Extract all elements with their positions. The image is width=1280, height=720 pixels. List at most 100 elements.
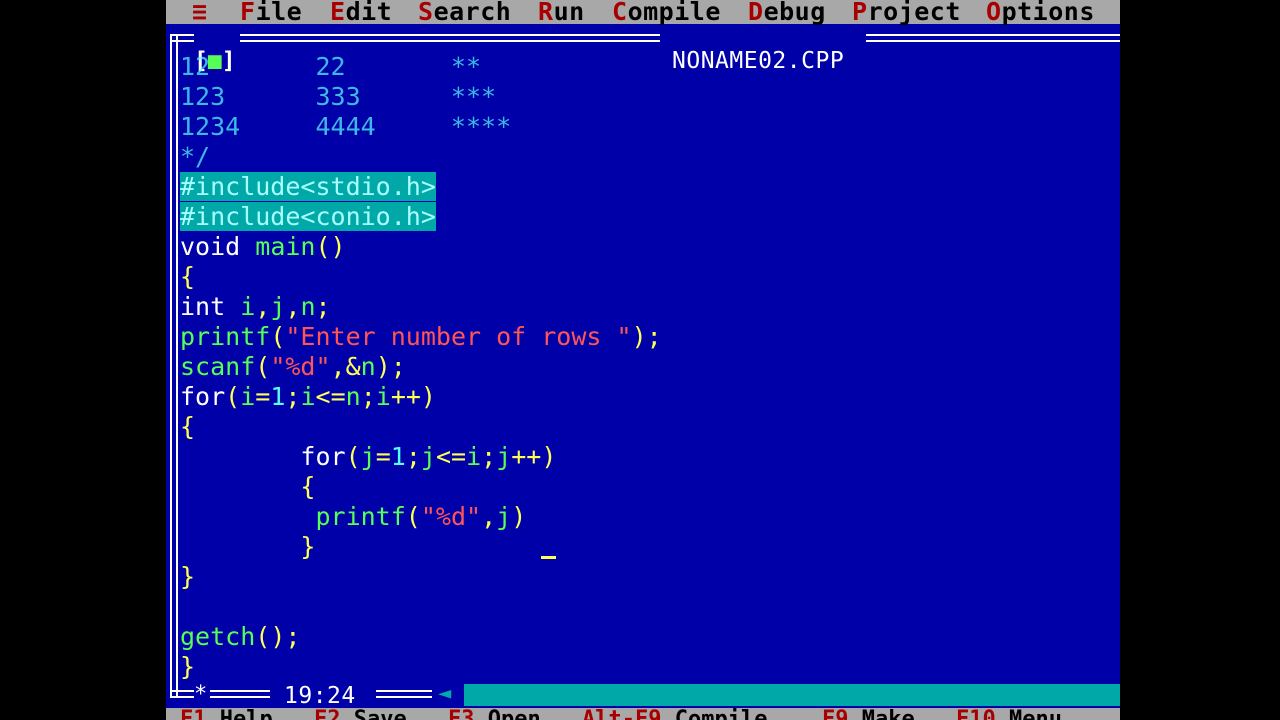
cursor-position: 19:24 [284,683,356,709]
code-token: int [180,292,226,321]
code-token: i [240,292,256,321]
code-token: ; [481,442,497,471]
horizontal-scrollbar[interactable]: ◄ [434,681,1120,706]
code-token: ; [360,382,376,411]
text-cursor [541,556,557,559]
code-line[interactable]: 12 22 ** [180,52,481,82]
code-line[interactable]: int i,j,n; [180,292,331,322]
code-token: ( [345,442,361,471]
code-token: ++) [511,442,557,471]
code-token: ); [631,322,662,351]
ide-screen: ≡ File Edit Search Run Compile Debug Pro… [166,0,1120,720]
code-token: 1234 4444 **** [180,112,512,141]
code-token: for [300,442,346,471]
code-token: i [240,382,256,411]
code-token: main [255,232,316,261]
fkey-save[interactable]: F2 Save [314,708,407,720]
code-token: n [300,292,316,321]
menu-run[interactable]: Run [538,0,585,26]
code-line[interactable]: } [180,532,315,562]
code-token: j [496,502,512,531]
frame-left-border [170,34,178,696]
code-token: ) [511,502,527,531]
code-line[interactable]: getch(); [180,622,300,652]
menu-edit[interactable]: Edit [330,0,392,26]
code-token: j [496,442,512,471]
code-token: i [375,382,391,411]
code-token: #include<conio.h> [180,202,436,231]
frame-bottom-left [170,690,194,698]
code-token: 12 22 ** [180,52,482,81]
frame-top-middle [240,34,660,42]
modified-marker: * [194,682,208,707]
scroll-left-button[interactable]: ◄ [434,681,464,706]
code-token: i [300,382,316,411]
code-line[interactable]: printf("Enter number of rows "); [180,322,662,352]
code-line[interactable]: #include<conio.h> [180,202,436,232]
code-token: { [180,262,196,291]
code-token: { [180,472,316,501]
code-token: , [285,292,301,321]
code-token: scanf [180,352,256,381]
code-token: for [180,382,226,411]
code-line[interactable]: */ [180,142,210,172]
code-token: void [180,232,241,261]
code-token: ; [315,292,331,321]
code-line[interactable]: 1234 4444 **** [180,112,511,142]
code-editor[interactable]: 12 22 ** 123 333 *** 1234 4444 **** */#incl… [180,52,1120,682]
code-line[interactable]: for(i=1;i<=n;i++) [180,382,436,412]
code-token: ; [285,382,301,411]
code-token: j [360,442,376,471]
code-line[interactable]: void main() [180,232,346,262]
code-token: } [180,562,196,591]
code-token: } [180,532,316,561]
fkey-open[interactable]: F3 Open [448,708,541,720]
menu-project[interactable]: Project [852,0,961,26]
code-line[interactable]: { [180,262,195,292]
code-line[interactable]: scanf("%d",&n); [180,352,406,382]
code-token: ( [225,382,241,411]
system-menu-icon[interactable]: ≡ [192,0,208,26]
code-token: j [270,292,286,321]
menu-options[interactable]: Options [986,0,1095,26]
code-token: = [375,442,391,471]
frame-bottom-right [376,690,432,698]
code-line[interactable]: } [180,562,195,592]
code-line[interactable]: 123 333 *** [180,82,496,112]
code-token: 123 333 *** [180,82,497,111]
fkey-help[interactable]: F1 Help [180,708,273,720]
code-line[interactable]: { [180,412,195,442]
code-line[interactable]: { [180,472,315,502]
menu-debug[interactable]: Debug [748,0,826,26]
code-line[interactable]: for(j=1;j<=i;j++) [180,442,556,472]
window-title-bar: [■] NONAME02.CPP [166,24,1120,74]
code-token: () [315,232,346,261]
fkey-make[interactable]: F9 Make [822,708,915,720]
code-token: { [180,412,196,441]
code-token: , [255,292,271,321]
code-line[interactable]: } [180,652,195,682]
code-token: ); [375,352,406,381]
code-token: "%d" [270,352,331,381]
code-token: printf [180,322,271,351]
menu-search[interactable]: Search [418,0,511,26]
code-token: <= [435,442,467,471]
code-token: ; [405,442,421,471]
code-token: i [466,442,482,471]
code-line[interactable]: printf("%d",j) [180,502,526,532]
fkey-compile[interactable]: Alt-F9 Compile [582,708,767,720]
code-token: } [180,652,196,681]
code-token: (); [255,622,301,651]
fkey-menu[interactable]: F10 Menu [956,708,1062,720]
menu-compile[interactable]: Compile [612,0,721,26]
code-token: */ [180,142,211,171]
menu-file[interactable]: File [240,0,302,26]
code-token: ( [270,322,286,351]
code-line[interactable]: #include<stdio.h> [180,172,436,202]
frame-top-right [866,34,1120,42]
code-token: 1 [270,382,286,411]
